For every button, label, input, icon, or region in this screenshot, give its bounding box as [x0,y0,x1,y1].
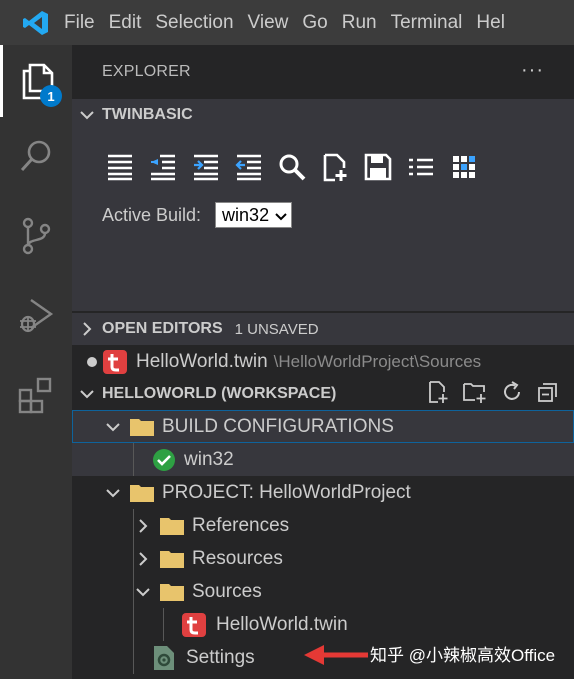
extensions-activity-button[interactable] [0,359,72,431]
twin-file-icon [182,612,206,637]
chevron-down-icon [102,422,124,432]
check-circle-icon [152,448,176,472]
workspace-section-header[interactable]: HELLOWORLD (WORKSPACE) [72,378,574,410]
tree-label: Sources [192,580,262,602]
new-file-icon[interactable] [426,380,450,409]
twinbasic-section-header[interactable]: TWINBASIC [72,99,574,131]
unsaved-count: 1 UNSAVED [234,320,319,338]
tree-item-project[interactable]: PROJECT: HelloWorldProject [72,476,574,509]
menu-edit[interactable]: Edit [109,12,156,34]
open-editor-item[interactable]: HelloWorld.twin \HelloWorldProject\Sourc… [72,345,574,378]
save-icon[interactable] [360,149,396,185]
search-icon [20,140,51,172]
tree-label: BUILD CONFIGURATIONS [162,415,394,437]
folder-icon [160,582,184,602]
indent-icon[interactable] [188,149,224,185]
twinbasic-title: TWINBASIC [102,106,193,123]
open-editor-name: HelloWorld.twin [136,350,268,372]
run-debug-icon [20,299,54,333]
watermark-text: 知乎 @小辣椒高效Office [370,646,556,665]
tree-item-win32[interactable]: win32 [72,443,574,476]
menu-run[interactable]: Run [342,12,391,34]
red-arrow-annotation [304,645,368,665]
more-actions-icon[interactable]: ··· [521,59,544,82]
outdent-icon[interactable] [145,149,181,185]
folder-icon [160,549,184,569]
tree-item-build-configurations[interactable]: BUILD CONFIGURATIONS [72,410,574,443]
menu-terminal[interactable]: Terminal [391,12,477,34]
activity-bar: 1 [0,45,72,679]
tree-item-resources[interactable]: Resources [72,542,574,575]
menu-go[interactable]: Go [302,12,341,34]
active-build-row: Active Build: win32 [102,202,293,228]
active-build-select[interactable]: win32 [215,202,293,228]
tree-item-references[interactable]: References [72,509,574,542]
tree-label: Settings [186,646,255,668]
chevron-down-icon [275,205,287,226]
grid-icon[interactable] [446,149,482,185]
settings-file-icon [152,645,176,671]
open-editors-title: OPEN EDITORS [102,320,223,337]
indent-guide [133,443,134,476]
tree-label: PROJECT: HelloWorldProject [162,481,411,503]
collapse-all-icon[interactable] [536,380,560,409]
explorer-badge: 1 [40,85,62,107]
run-debug-activity-button[interactable] [0,279,72,351]
twin-file-icon [102,349,128,374]
explorer-sidebar: EXPLORER ··· TWINBASIC Active Build: win… [72,45,574,679]
explorer-activity-button[interactable]: 1 [0,45,72,117]
chevron-right-icon [132,551,154,566]
active-build-label: Active Build: [102,204,202,225]
outdent-all-icon[interactable] [102,149,138,185]
chevron-down-icon [72,389,102,399]
list-icon[interactable] [403,149,439,185]
search-icon[interactable] [274,149,310,185]
new-file-icon[interactable] [317,149,353,185]
extensions-icon [18,377,52,414]
open-editors-section-header[interactable]: OPEN EDITORS 1 UNSAVED [72,313,574,345]
unindent-icon[interactable] [231,149,267,185]
new-folder-icon[interactable] [462,380,488,409]
menu-selection[interactable]: Selection [155,12,247,34]
tree-item-sources[interactable]: Sources [72,575,574,608]
folder-icon [160,516,184,536]
tree-label: Resources [192,547,283,569]
folder-icon [130,417,154,437]
indent-guide [163,608,164,641]
twinbasic-toolbar [102,149,482,185]
active-build-value: win32 [222,204,270,225]
open-editor-path: \HelloWorldProject\Sources [273,351,482,371]
search-activity-button[interactable] [0,120,72,192]
chevron-down-icon [102,488,124,498]
folder-icon [130,483,154,503]
source-control-activity-button[interactable] [0,200,72,272]
tree-label: References [192,514,290,536]
chevron-right-icon [132,518,154,533]
chevron-right-icon [72,322,102,336]
explorer-title: EXPLORER [102,63,191,80]
tree-label: win32 [184,448,234,470]
workspace-title: HELLOWORLD (WORKSPACE) [102,385,337,402]
menu-view[interactable]: View [248,12,303,34]
indent-guide [133,509,134,674]
chevron-down-icon [132,587,154,597]
tree-item-helloworld-twin[interactable]: HelloWorld.twin [72,608,574,641]
unsaved-dot-icon[interactable] [72,356,102,368]
vscode-logo-icon [0,0,72,45]
menu-help[interactable]: Hel [476,12,519,34]
tree-label: HelloWorld.twin [216,613,348,635]
chevron-down-icon [72,110,102,120]
source-control-icon [22,217,51,255]
menu-file[interactable]: File [64,12,109,34]
menu-bar: File Edit Selection View Go Run Terminal… [0,0,574,45]
refresh-icon[interactable] [500,380,524,409]
workspace-actions [426,378,560,410]
